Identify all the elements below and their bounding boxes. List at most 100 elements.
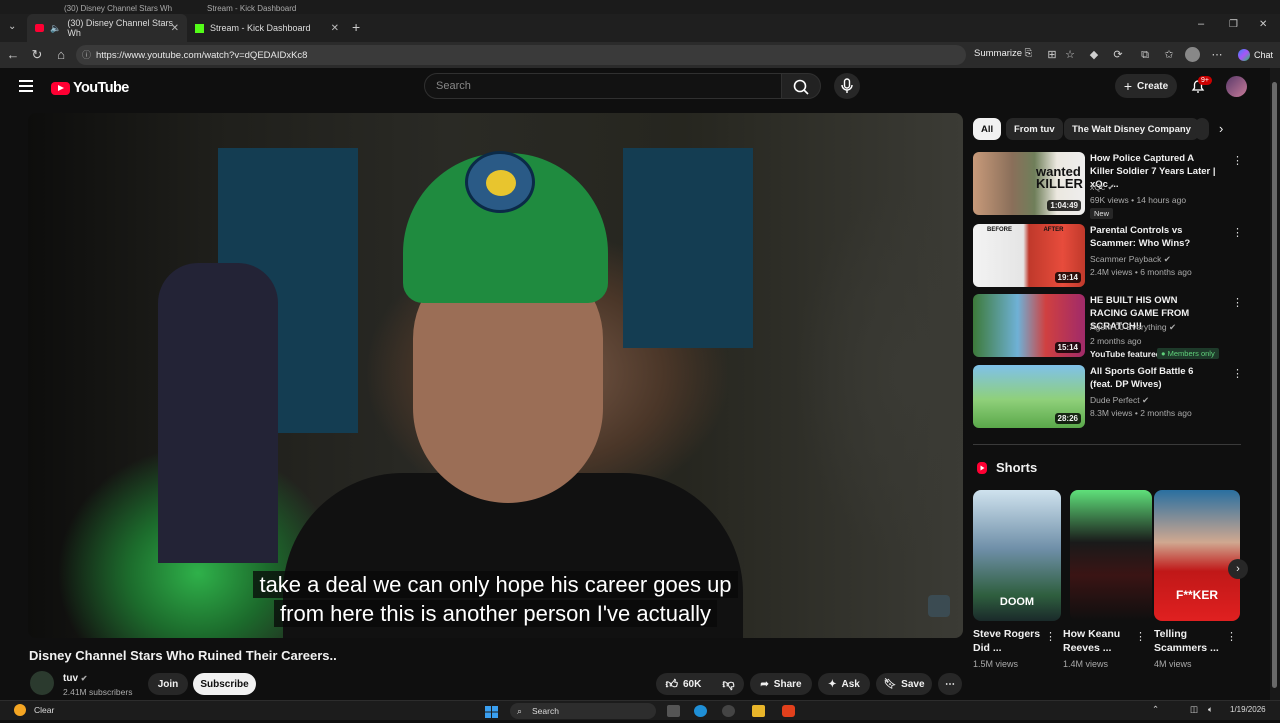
channel-name[interactable]: Dude Perfect ✔ [1090, 395, 1149, 406]
youtube-logo[interactable]: YouTube [51, 80, 129, 96]
brave-icon[interactable] [782, 705, 795, 717]
like-button[interactable]: 👍︎ 60K [665, 677, 701, 692]
network-icon[interactable]: ◫ [1190, 704, 1198, 715]
short-title[interactable]: Steve Rogers Did ... [973, 627, 1043, 655]
thumbnail-text: F**KER [1175, 588, 1218, 602]
back-icon[interactable]: ← [5, 47, 21, 63]
channel-name[interactable]: xQc ✔ [1090, 182, 1115, 193]
more-vert-icon[interactable]: ⋮ [1045, 630, 1056, 643]
video-thumbnail[interactable]: BEFORE AFTER 19:14 [973, 224, 1085, 287]
more-vert-icon[interactable]: ⋮ [1232, 367, 1243, 380]
edge-icon[interactable] [694, 705, 707, 717]
ask-button[interactable]: ✦ Ask [818, 673, 870, 695]
search-input[interactable]: Search [424, 73, 782, 99]
sparkle-icon: ✦ [828, 678, 837, 690]
recommendation-item[interactable]: 28:26 All Sports Golf Battle 6 (feat. DP… [973, 365, 1243, 429]
split-screen-icon[interactable]: ⧉ [1138, 48, 1152, 62]
weather-label[interactable]: Clear [34, 705, 54, 715]
video-thumbnail[interactable]: wanted KILLER 1:04:49 [973, 152, 1085, 215]
divider [973, 444, 1241, 445]
chip-walt-disney[interactable]: The Walt Disney Company [1064, 118, 1199, 140]
channel-name[interactable]: Agent 00 Everything ✔ [1090, 322, 1176, 333]
video-meta: 2 months ago [1090, 336, 1142, 346]
chips-next-icon[interactable]: › [1219, 121, 1223, 136]
close-tab-icon[interactable]: ✕ [171, 23, 179, 34]
video-thumbnail[interactable]: 28:26 [973, 365, 1085, 428]
favorites-icon[interactable]: ✩ [1162, 48, 1176, 62]
join-button[interactable]: Join [148, 673, 188, 695]
minimize-icon[interactable]: – [1198, 18, 1204, 30]
short-thumbnail[interactable]: F**KER [1154, 490, 1240, 621]
task-view-icon[interactable] [667, 705, 680, 717]
tab-title: (30) Disney Channel Stars Wh [67, 18, 173, 38]
more-icon[interactable]: ⋯ [1210, 48, 1224, 62]
account-avatar[interactable] [1226, 76, 1247, 97]
profile-avatar[interactable] [1185, 47, 1200, 62]
subscribe-button[interactable]: Subscribe [193, 673, 256, 695]
plus-icon: + [1123, 78, 1133, 94]
close-tab-icon[interactable]: ✕ [331, 23, 339, 34]
video-player[interactable]: take a deal we can only hope his career … [28, 113, 963, 638]
shorts-next-icon[interactable]: › [1228, 559, 1248, 579]
menu-icon[interactable] [19, 80, 33, 92]
channel-name[interactable]: tuv ✔ [63, 673, 87, 684]
more-vert-icon[interactable]: ⋮ [1232, 154, 1243, 167]
video-duration: 15:14 [1054, 342, 1081, 353]
chip-from-tuv[interactable]: From tuv [1006, 118, 1063, 140]
tab-kick[interactable]: Stream - Kick Dashboard ✕ [187, 14, 347, 42]
recommendation-item[interactable]: wanted KILLER 1:04:49 How Police Capture… [973, 152, 1243, 219]
volume-icon[interactable]: 🔈︎ [1208, 704, 1213, 715]
extension-icon[interactable]: ◆ [1087, 48, 1101, 62]
apps-icon[interactable]: ⊞ [1045, 48, 1059, 62]
more-vert-icon[interactable]: ⋮ [1232, 226, 1243, 239]
tab-menu-icon[interactable]: ⌄ [8, 21, 16, 32]
file-explorer-icon[interactable] [752, 705, 765, 717]
recommendation-item[interactable]: BEFORE AFTER 19:14 Parental Controls vs … [973, 224, 1243, 288]
channel-avatar[interactable] [30, 671, 54, 695]
recommendation-item[interactable]: 15:14 HE BUILT HIS OWN RACING GAME FROM … [973, 294, 1243, 359]
voice-search-button[interactable] [834, 73, 860, 99]
summarize-button[interactable]: Summarize ⎘ [974, 48, 1032, 59]
clock-date[interactable]: 1/19/2026 [1230, 705, 1266, 714]
short-title[interactable]: Telling Scammers ... [1154, 627, 1222, 655]
search-icon: ⌕ [517, 706, 523, 716]
more-actions-button[interactable]: ⋯ [938, 673, 962, 695]
restore-icon[interactable]: ❐ [1229, 19, 1238, 30]
taskbar-search[interactable]: ⌕ Search [510, 703, 656, 719]
scrollbar-thumb[interactable] [1272, 82, 1277, 688]
copilot-chat-button[interactable]: Chat [1232, 46, 1279, 64]
sync-icon[interactable]: ⟳ [1111, 48, 1125, 62]
chip-all[interactable]: All [973, 118, 1002, 140]
video-meta: 2.4M views • 6 months ago [1090, 267, 1192, 277]
channel-watermark[interactable] [928, 595, 950, 617]
app-icon[interactable] [722, 705, 735, 717]
save-button[interactable]: 🔖︎ Save [876, 673, 932, 695]
more-vert-icon[interactable]: ⋮ [1232, 296, 1243, 309]
favorite-star-icon[interactable]: ☆ [1063, 48, 1077, 62]
dislike-button[interactable]: 👎︎ [722, 677, 734, 692]
ask-label: Ask [841, 678, 860, 690]
refresh-icon[interactable]: ↻ [29, 47, 45, 63]
url-field[interactable]: ⓘ https://www.youtube.com/watch?v=dQEDAI… [76, 45, 966, 65]
taskbar-search-label: Search [532, 706, 559, 716]
new-tab-button[interactable]: + [352, 19, 360, 35]
channel-name[interactable]: Scammer Payback ✔ [1090, 254, 1171, 265]
close-window-icon[interactable]: ✕ [1259, 19, 1267, 30]
site-info-icon[interactable]: ⓘ [82, 48, 91, 61]
create-button[interactable]: + Create [1115, 74, 1177, 98]
short-thumbnail[interactable] [1070, 490, 1152, 621]
tray-chevron-icon[interactable]: ⌃ [1152, 704, 1159, 715]
windows-start-icon[interactable] [485, 705, 498, 718]
short-title[interactable]: How Keanu Reeves ... [1063, 627, 1131, 655]
home-icon[interactable]: ⌂ [53, 47, 69, 63]
short-thumbnail[interactable]: DOOM [973, 490, 1061, 621]
tab-youtube[interactable]: 🔈 (30) Disney Channel Stars Wh ✕ [27, 14, 187, 42]
more-vert-icon[interactable]: ⋮ [1135, 630, 1146, 643]
search-button[interactable] [781, 73, 821, 99]
tab-title: Stream - Kick Dashboard [210, 23, 311, 33]
chip-partial[interactable] [1195, 118, 1209, 140]
share-button[interactable]: ➦ Share [750, 673, 812, 695]
video-thumbnail[interactable]: 15:14 [973, 294, 1085, 357]
more-vert-icon[interactable]: ⋮ [1226, 630, 1237, 643]
bookmark-icon: 🔖︎ [883, 678, 897, 690]
